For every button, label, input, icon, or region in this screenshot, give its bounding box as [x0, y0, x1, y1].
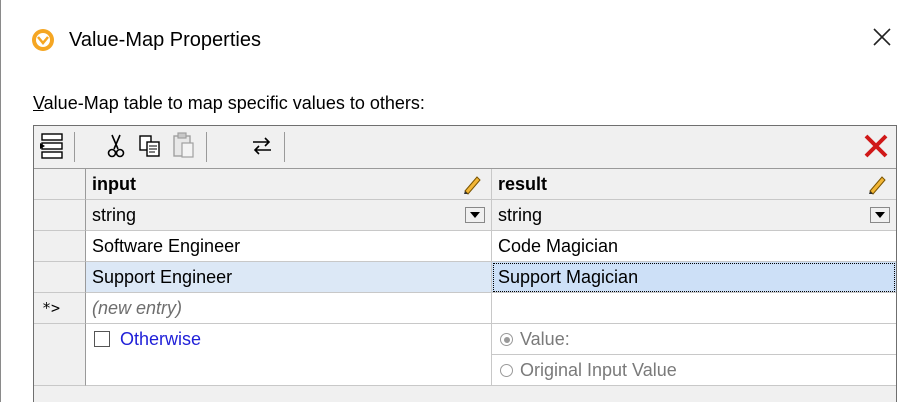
- insert-row-icon: [40, 133, 63, 159]
- value-radio[interactable]: [500, 333, 513, 346]
- paste-icon: [173, 132, 194, 158]
- result-header-label: result: [498, 174, 548, 194]
- description-text: alue-Map table to map specific values to…: [43, 93, 425, 113]
- result-type-select[interactable]: string: [492, 200, 896, 231]
- swap-arrows-icon: [253, 137, 271, 155]
- otherwise-original-option[interactable]: Original Input Value: [492, 355, 896, 386]
- scissors-icon: [107, 134, 125, 158]
- toolbar-separator: [74, 132, 75, 162]
- otherwise-value-option[interactable]: Value:: [492, 324, 896, 355]
- original-input-radio-label: Original Input Value: [520, 360, 677, 380]
- toolbar-separator: [284, 132, 285, 162]
- table-toolbar: [34, 126, 896, 169]
- value-map-dialog: Value-Map Properties Value-Map table to …: [0, 0, 912, 402]
- toolbar-separator: [206, 132, 207, 162]
- chevron-down-icon[interactable]: [870, 207, 890, 223]
- copy-button[interactable]: [134, 130, 166, 162]
- new-entry-row[interactable]: *> (new entry): [34, 293, 896, 324]
- close-icon[interactable]: [867, 22, 897, 52]
- input-cell[interactable]: Software Engineer: [86, 231, 492, 262]
- altova-app-icon: [32, 29, 54, 51]
- result-column-header: result: [492, 169, 896, 200]
- pencil-icon[interactable]: [866, 173, 888, 195]
- row-header: [34, 324, 86, 386]
- type-row: string string: [34, 200, 896, 231]
- otherwise-checkbox[interactable]: [94, 331, 110, 347]
- new-entry-input-cell[interactable]: (new entry): [86, 293, 492, 324]
- copy-icon: [139, 135, 160, 157]
- title-bar: Value-Map Properties: [1, 0, 912, 78]
- table-row[interactable]: Support Engineer Support Magician: [34, 262, 896, 293]
- value-map-table: input result string string Software Engi…: [33, 125, 897, 402]
- row-header: [34, 262, 86, 293]
- result-type-value: string: [498, 205, 543, 225]
- result-cell[interactable]: Support Magician: [492, 262, 896, 293]
- new-row-marker: *>: [34, 293, 86, 324]
- table-row[interactable]: Software Engineer Code Magician: [34, 231, 896, 262]
- input-header-label: input: [92, 174, 136, 194]
- window-title: Value-Map Properties: [69, 29, 261, 51]
- otherwise-cell: Otherwise: [86, 324, 492, 386]
- row-header-corner: [34, 169, 86, 200]
- otherwise-row: Otherwise Value: Original Input Value: [34, 324, 896, 386]
- paste-button[interactable]: [168, 130, 200, 162]
- cut-button[interactable]: [100, 130, 132, 162]
- input-column-header: input: [86, 169, 492, 200]
- value-radio-label: Value:: [520, 329, 570, 349]
- row-header: [34, 200, 86, 231]
- description-accelerator: V: [33, 93, 44, 113]
- new-entry-result-cell[interactable]: [492, 293, 896, 324]
- input-type-value: string: [92, 205, 137, 225]
- delete-button[interactable]: [860, 130, 892, 162]
- chevron-down-icon[interactable]: [465, 207, 485, 223]
- delete-x-icon: [864, 134, 888, 158]
- header-row: input result: [34, 169, 896, 200]
- insert-row-button[interactable]: [36, 130, 68, 162]
- input-cell[interactable]: Support Engineer: [86, 262, 492, 293]
- otherwise-label[interactable]: Otherwise: [120, 324, 201, 354]
- input-type-select[interactable]: string: [86, 200, 492, 231]
- original-input-radio[interactable]: [500, 364, 513, 377]
- result-cell[interactable]: Code Magician: [492, 231, 896, 262]
- swap-button[interactable]: [246, 130, 278, 162]
- table-description: Value-Map table to map specific values t…: [33, 92, 425, 114]
- row-header: [34, 231, 86, 262]
- pencil-icon[interactable]: [461, 173, 483, 195]
